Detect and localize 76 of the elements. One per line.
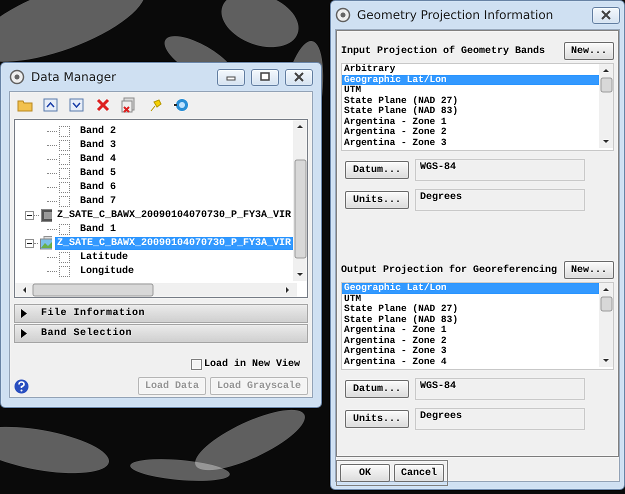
list-item[interactable]: UTM xyxy=(342,294,599,304)
list-item[interactable]: State Plane (NAD 83) xyxy=(342,314,599,325)
checkbox[interactable] xyxy=(59,252,70,262)
list-item[interactable]: Argentina - Zone 1 xyxy=(342,116,599,127)
tree-item[interactable]: Band 7 xyxy=(78,194,118,208)
tree-item[interactable]: Band 6 xyxy=(78,180,118,194)
collapse-icon[interactable] xyxy=(25,238,34,248)
section-header[interactable]: Band Selection xyxy=(14,324,308,343)
remove-files-icon[interactable] xyxy=(121,96,137,112)
units-field: Degrees xyxy=(415,189,585,211)
close-icon xyxy=(600,10,612,20)
list-item[interactable]: Argentina - Zone 4 xyxy=(342,356,599,367)
section-header[interactable]: File Information xyxy=(14,304,308,323)
tree-item[interactable]: Z_SATE_C_BAWX_20090104070730_P_FY3A_VIR xyxy=(54,208,293,222)
units-field: Degrees xyxy=(415,408,585,430)
maximize-icon xyxy=(259,72,271,82)
app-icon xyxy=(9,69,25,85)
window-title: Geometry Projection Information xyxy=(357,8,554,22)
tree-item[interactable]: Band 2 xyxy=(78,124,118,138)
new-button[interactable]: New... xyxy=(564,42,614,60)
tree-item[interactable]: Band 4 xyxy=(78,152,118,166)
dialog-button[interactable]: OK xyxy=(340,464,390,482)
datum-field: WGS-84 xyxy=(415,378,585,400)
checkbox[interactable] xyxy=(59,126,70,136)
units-button[interactable]: Units... xyxy=(345,410,409,428)
checkbox-label: Load in New View xyxy=(204,359,300,370)
checkbox[interactable] xyxy=(59,182,70,192)
list-item[interactable]: Argentina - Zone 1 xyxy=(342,325,599,336)
delete-icon[interactable] xyxy=(95,96,111,112)
minimize-button[interactable] xyxy=(217,68,245,86)
scrollbar[interactable] xyxy=(293,120,307,281)
tree-item[interactable]: Band 1 xyxy=(78,222,118,236)
checkbox[interactable] xyxy=(59,168,70,178)
image-stack-icon xyxy=(40,236,52,250)
scrollbar[interactable] xyxy=(599,283,613,367)
checkbox[interactable] xyxy=(190,359,202,370)
list-item[interactable]: Argentina - Zone 3 xyxy=(342,138,599,148)
checkbox[interactable] xyxy=(59,266,70,276)
maximize-button[interactable] xyxy=(251,68,279,86)
list-item[interactable]: Argentina - Zone 2 xyxy=(342,127,599,138)
units-button[interactable]: Units... xyxy=(345,191,409,209)
section-title: File Information xyxy=(41,308,146,319)
section-title: Band Selection xyxy=(41,328,132,339)
tree-item[interactable]: Longitude xyxy=(78,264,136,278)
scrollbar[interactable] xyxy=(599,64,613,148)
new-button[interactable]: New... xyxy=(564,261,614,279)
app-icon xyxy=(335,7,351,23)
help-icon[interactable] xyxy=(14,378,29,394)
checkbox[interactable] xyxy=(59,224,70,234)
list-item[interactable]: State Plane (NAD 27) xyxy=(342,96,599,106)
checkbox[interactable] xyxy=(59,154,70,164)
datum-button[interactable]: Datum... xyxy=(345,380,409,398)
datum-button[interactable]: Datum... xyxy=(345,161,409,179)
list-item[interactable]: Argentina - Zone 3 xyxy=(342,346,599,356)
dialog-button[interactable]: Cancel xyxy=(394,464,444,482)
checkbox[interactable] xyxy=(59,140,70,150)
datum-field: WGS-84 xyxy=(415,159,585,181)
collapse-icon[interactable] xyxy=(25,210,34,220)
close-button[interactable] xyxy=(285,68,313,86)
raster-file-icon xyxy=(40,208,52,222)
list-item[interactable]: State Plane (NAD 27) xyxy=(342,304,599,314)
list-item[interactable]: Argentina - Zone 2 xyxy=(342,336,599,346)
list-item[interactable]: State Plane (NAD 83) xyxy=(342,106,599,116)
group-label: Input Projection of Geometry Bands xyxy=(341,46,546,56)
close-icon xyxy=(293,72,305,82)
tree-item[interactable]: Band 3 xyxy=(78,138,118,152)
group-label: Output Projection for Georeferencing xyxy=(341,264,558,276)
up-arrow-icon[interactable] xyxy=(43,96,59,112)
close-button[interactable] xyxy=(592,6,620,24)
list-item[interactable]: Arbitrary xyxy=(342,64,599,74)
tree-item[interactable]: Latitude xyxy=(78,250,130,264)
list-item[interactable]: UTM xyxy=(342,85,599,96)
down-arrow-icon[interactable] xyxy=(69,96,85,112)
tree-item[interactable]: Band 5 xyxy=(78,166,118,180)
window-title: Data Manager xyxy=(31,70,118,84)
checkbox[interactable] xyxy=(59,196,70,206)
